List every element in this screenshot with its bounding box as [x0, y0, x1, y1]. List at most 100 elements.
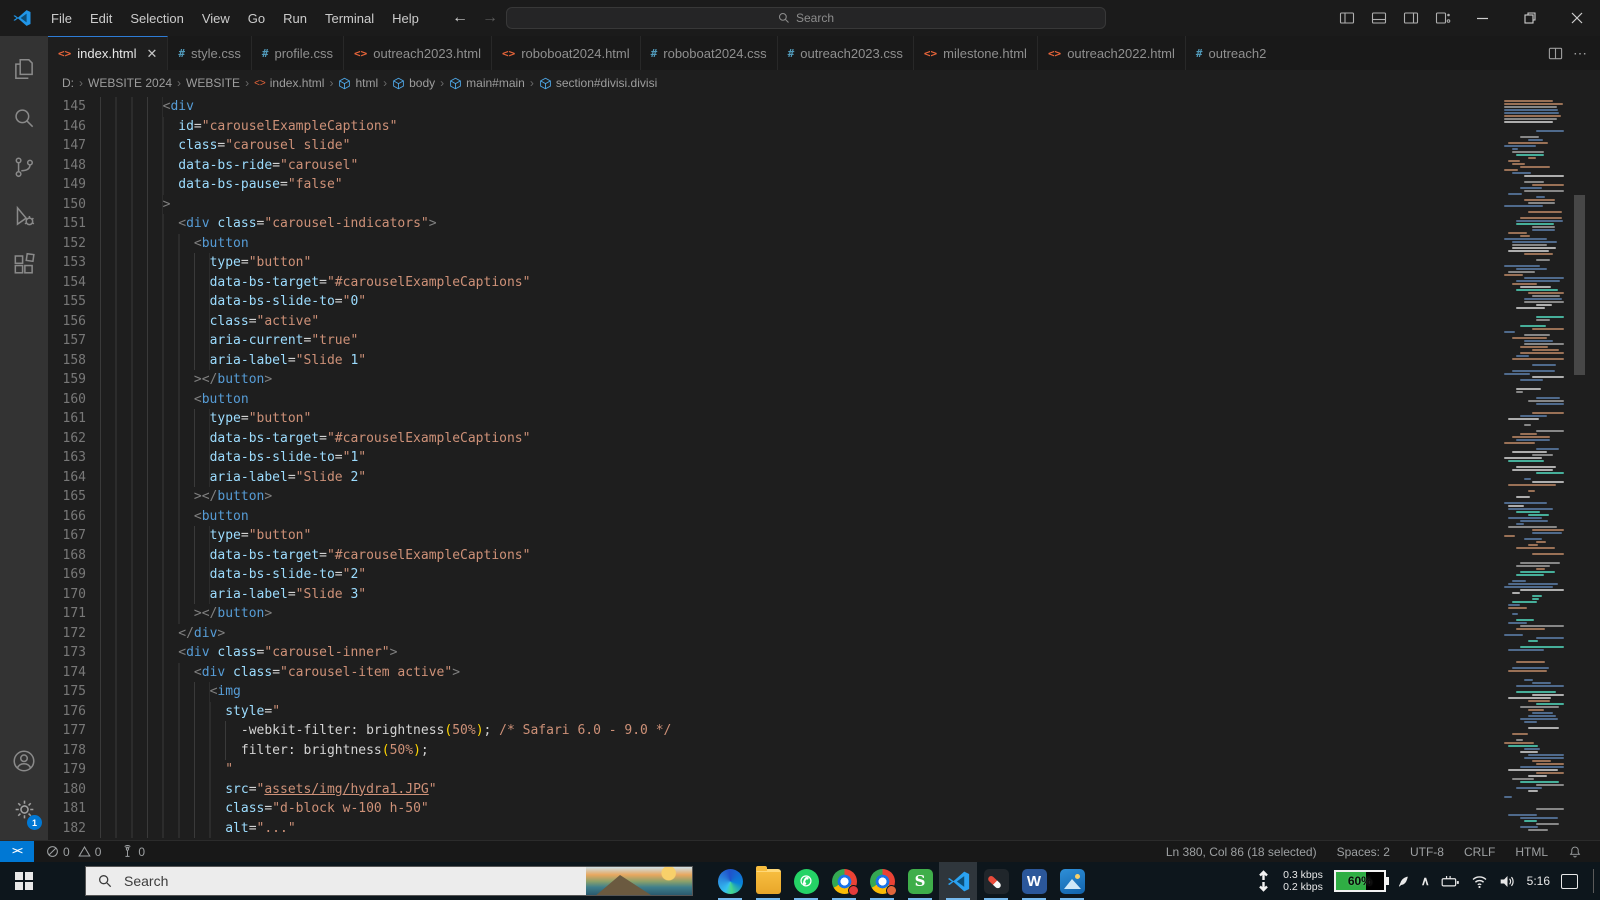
- menu-file[interactable]: File: [42, 7, 81, 30]
- code-line[interactable]: 148data-bs-ride="carousel": [48, 156, 671, 176]
- wifi-icon[interactable]: [1471, 874, 1488, 889]
- tab-profile.css[interactable]: #profile.css: [252, 36, 344, 70]
- pen-tray-icon[interactable]: [1397, 873, 1410, 890]
- battery-widget[interactable]: 60%: [1334, 870, 1386, 892]
- tab-outreach2[interactable]: #outreach2: [1186, 36, 1276, 70]
- search-icon[interactable]: [0, 93, 48, 142]
- tray-overflow-chevron[interactable]: ∧: [1421, 874, 1430, 888]
- customize-layout-icon[interactable]: [1427, 0, 1459, 36]
- code-line[interactable]: 149data-bs-pause="false": [48, 175, 671, 195]
- source-control-icon[interactable]: [0, 142, 48, 191]
- code-line[interactable]: 171></button>: [48, 604, 671, 624]
- code-line[interactable]: 166<button: [48, 507, 671, 527]
- code-line[interactable]: 164aria-label="Slide 2": [48, 468, 671, 488]
- tab-outreach2023.css[interactable]: #outreach2023.css: [778, 36, 914, 70]
- code-line[interactable]: 152<button: [48, 234, 671, 254]
- code-line[interactable]: 173<div class="carousel-inner">: [48, 643, 671, 663]
- code-line[interactable]: 176style=": [48, 702, 671, 722]
- breadcrumb-item[interactable]: body: [392, 76, 435, 90]
- clock[interactable]: 5:16: [1527, 874, 1550, 888]
- menu-terminal[interactable]: Terminal: [316, 7, 383, 30]
- explorer-taskbar-icon[interactable]: [749, 862, 787, 900]
- breadcrumb-item[interactable]: D:: [62, 76, 74, 90]
- code-line[interactable]: 179": [48, 760, 671, 780]
- tab-roboboat2024.css[interactable]: #roboboat2024.css: [641, 36, 778, 70]
- code-line[interactable]: 180src="assets/img/hydra1.JPG": [48, 780, 671, 800]
- code-line[interactable]: 153type="button": [48, 253, 671, 273]
- vscode-taskbar-icon[interactable]: [939, 862, 977, 900]
- more-actions-icon[interactable]: ⋯: [1573, 45, 1588, 62]
- code-line[interactable]: 167type="button": [48, 526, 671, 546]
- battery-plug-icon[interactable]: [1441, 874, 1460, 889]
- code-line[interactable]: 161type="button": [48, 409, 671, 429]
- menu-view[interactable]: View: [193, 7, 239, 30]
- code-line[interactable]: 177-webkit-filter: brightness(50%); /* S…: [48, 721, 671, 741]
- tab-milestone.html[interactable]: <>milestone.html: [914, 36, 1038, 70]
- minimize-button[interactable]: [1459, 0, 1506, 36]
- code-line[interactable]: 146id="carouselExampleCaptions": [48, 117, 671, 137]
- tab-roboboat2024.html[interactable]: <>roboboat2024.html: [492, 36, 641, 70]
- edge-taskbar-icon[interactable]: [711, 862, 749, 900]
- show-desktop-strip[interactable]: [1593, 869, 1594, 893]
- explorer-icon[interactable]: [0, 44, 48, 93]
- menu-selection[interactable]: Selection: [121, 7, 192, 30]
- back-arrow-icon[interactable]: ←: [452, 9, 468, 27]
- vertical-scrollbar[interactable]: [1570, 96, 1600, 840]
- tab-outreach2023.html[interactable]: <>outreach2023.html: [344, 36, 492, 70]
- search-highlight-image[interactable]: [586, 867, 692, 895]
- indentation-status[interactable]: Spaces: 2: [1329, 845, 1398, 859]
- code-line[interactable]: 168data-bs-target="#carouselExampleCapti…: [48, 546, 671, 566]
- close-button[interactable]: [1553, 0, 1600, 36]
- toggle-sidebar-icon[interactable]: [1331, 0, 1363, 36]
- code-line[interactable]: 156class="active": [48, 312, 671, 332]
- problems-status[interactable]: 0 0: [40, 845, 107, 859]
- chrome-profile-b-taskbar-icon[interactable]: [863, 862, 901, 900]
- restore-button[interactable]: [1506, 0, 1553, 36]
- code-line[interactable]: 169data-bs-slide-to="2": [48, 565, 671, 585]
- breadcrumb-item[interactable]: section#divisi.divisi: [539, 76, 657, 90]
- code-line[interactable]: 178filter: brightness(50%);: [48, 741, 671, 761]
- notifications-bell-icon[interactable]: [1560, 845, 1590, 859]
- code-line[interactable]: 155data-bs-slide-to="0": [48, 292, 671, 312]
- minimap[interactable]: [1500, 96, 1570, 840]
- forward-arrow-icon[interactable]: →: [482, 9, 498, 27]
- accounts-icon[interactable]: [0, 736, 48, 785]
- code-line[interactable]: 150>: [48, 195, 671, 215]
- green-app-taskbar-icon[interactable]: S: [901, 862, 939, 900]
- run-debug-icon[interactable]: [0, 191, 48, 240]
- menu-help[interactable]: Help: [383, 7, 428, 30]
- menu-run[interactable]: Run: [274, 7, 316, 30]
- word-taskbar-icon[interactable]: W: [1015, 862, 1053, 900]
- command-center-search[interactable]: Search: [506, 7, 1106, 29]
- code-line[interactable]: 163data-bs-slide-to="1": [48, 448, 671, 468]
- photos-taskbar-icon[interactable]: [1053, 862, 1091, 900]
- code-line[interactable]: 147class="carousel slide": [48, 136, 671, 156]
- breadcrumb-item[interactable]: main#main: [449, 76, 525, 90]
- scrollbar-thumb[interactable]: [1574, 195, 1585, 375]
- code-line[interactable]: 174<div class="carousel-item active">: [48, 663, 671, 683]
- code-line[interactable]: 151<div class="carousel-indicators">: [48, 214, 671, 234]
- cursor-position[interactable]: Ln 380, Col 86 (18 selected): [1158, 845, 1325, 859]
- code-line[interactable]: 162data-bs-target="#carouselExampleCapti…: [48, 429, 671, 449]
- code-line[interactable]: 175<img: [48, 682, 671, 702]
- net-speed-monitor[interactable]: 0.3 kbps 0.2 kbps: [1283, 869, 1323, 893]
- code-line[interactable]: 159></button>: [48, 370, 671, 390]
- taskbar-search-box[interactable]: Search: [85, 866, 693, 896]
- code-line[interactable]: 181class="d-block w-100 h-50": [48, 799, 671, 819]
- menu-edit[interactable]: Edit: [81, 7, 121, 30]
- split-editor-icon[interactable]: [1548, 46, 1563, 61]
- tab-outreach2022.html[interactable]: <>outreach2022.html: [1038, 36, 1186, 70]
- eol-status[interactable]: CRLF: [1456, 845, 1503, 859]
- breadcrumb-item[interactable]: <>index.html: [254, 76, 324, 90]
- code-line[interactable]: 182alt="...": [48, 819, 671, 839]
- tab-close-icon[interactable]: ✕: [147, 46, 158, 62]
- whatsapp-taskbar-icon[interactable]: ✆: [787, 862, 825, 900]
- code-content[interactable]: 145<div146id="carouselExampleCaptions"14…: [48, 97, 671, 838]
- code-line[interactable]: 170aria-label="Slide 3": [48, 585, 671, 605]
- menu-go[interactable]: Go: [239, 7, 274, 30]
- breadcrumb-item[interactable]: WEBSITE 2024: [88, 76, 172, 90]
- settings-gear-icon[interactable]: 1: [0, 785, 48, 834]
- toggle-panel-icon[interactable]: [1363, 0, 1395, 36]
- chrome-profile-a-taskbar-icon[interactable]: [825, 862, 863, 900]
- extensions-icon[interactable]: [0, 240, 48, 289]
